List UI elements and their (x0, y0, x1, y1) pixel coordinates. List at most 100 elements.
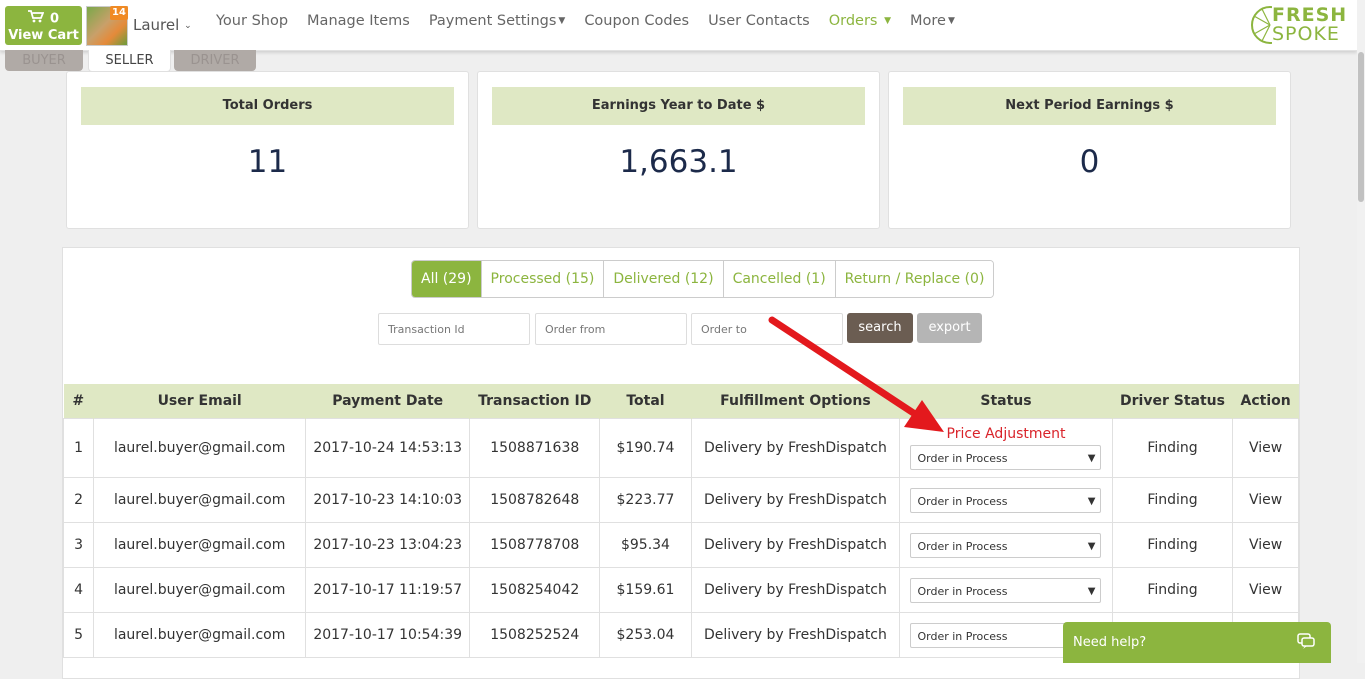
nav-label: Manage Items (307, 13, 410, 29)
order-status-select[interactable]: Order in Process ▼ (910, 445, 1102, 470)
user-menu[interactable]: Laurel ⌄ (133, 16, 192, 34)
fulfillment-option: Delivery by FreshDispatch (690, 612, 901, 658)
col-header-status: Status (899, 384, 1113, 419)
price-adjustment-link[interactable]: Price Adjustment (900, 426, 1112, 442)
role-tab-buyer[interactable]: BUYER (5, 50, 83, 71)
payment-date: 2017-10-23 14:10:03 (305, 477, 471, 523)
view-order-link[interactable]: View (1232, 567, 1299, 613)
col-header-total: Total (599, 384, 692, 419)
row-number: 3 (62, 522, 95, 568)
driver-status: Finding (1111, 477, 1234, 523)
scrollbar-thumb[interactable] (1358, 52, 1364, 202)
transaction-id: 1508252524 (469, 612, 601, 658)
view-order-link[interactable]: View (1232, 477, 1299, 523)
user-email: laurel.buyer@gmail.com (93, 418, 307, 478)
view-cart-button[interactable]: 0 View Cart (5, 6, 82, 45)
driver-status: Finding (1111, 522, 1234, 568)
orders-table: # User Email Payment Date Transaction ID… (62, 384, 1299, 658)
payment-date: 2017-10-24 14:53:13 (305, 418, 471, 478)
nav-orders[interactable]: Orders ▼ (829, 13, 891, 29)
dropdown-arrow-icon: ▼ (1087, 585, 1096, 597)
order-status-select[interactable]: Order in Process ▼ (910, 577, 1102, 603)
nav-label: Payment Settings (428, 13, 557, 29)
role-tab-driver[interactable]: DRIVER (174, 50, 256, 71)
col-header-transaction-id: Transaction ID (469, 384, 601, 419)
user-email: laurel.buyer@gmail.com (93, 612, 307, 658)
caret-down-icon: ▼ (558, 16, 566, 26)
avatar[interactable]: 14 (86, 6, 128, 46)
need-help-widget[interactable]: Need help? (1063, 622, 1331, 663)
nav-manage-items[interactable]: Manage Items (307, 13, 410, 29)
col-header-number: # (63, 384, 95, 419)
order-status-select[interactable]: Order in Process ▼ (910, 487, 1102, 513)
fulfillment-option: Delivery by FreshDispatch (690, 477, 901, 523)
orders-panel: All (29) Processed (15) Delivered (12) C… (62, 247, 1300, 679)
stat-card-next-period: Next Period Earnings $ 0 (888, 71, 1291, 229)
order-total: $95.34 (599, 522, 692, 568)
order-from-input[interactable]: Order from (535, 313, 687, 345)
nav-payment-settings[interactable]: Payment Settings ▼ (429, 13, 565, 29)
nav-your-shop[interactable]: Your Shop (216, 13, 288, 29)
nav-coupon-codes[interactable]: Coupon Codes (584, 13, 689, 29)
cart-icon (27, 10, 45, 28)
dropdown-arrow-icon: ▼ (1087, 495, 1096, 507)
chat-bubble-icon (1297, 633, 1315, 653)
tab-processed[interactable]: Processed (15) (481, 261, 605, 297)
order-total: $253.04 (599, 612, 692, 658)
status-value: Order in Process (917, 494, 1008, 508)
caret-down-icon: ▼ (884, 16, 891, 26)
view-order-link[interactable]: View (1232, 522, 1299, 568)
tab-cancelled[interactable]: Cancelled (1) (723, 261, 836, 297)
fulfillment-option: Delivery by FreshDispatch (690, 418, 901, 478)
payment-date: 2017-10-17 11:19:57 (305, 567, 471, 613)
status-cell: Price Adjustment Order in Process ▼ (899, 418, 1113, 478)
freshspoke-logo[interactable]: FRESH SPOKE (1250, 4, 1354, 46)
cart-count: 0 (49, 11, 60, 27)
stat-value: 1,663.1 (619, 144, 738, 180)
tab-return-replace[interactable]: Return / Replace (0) (835, 261, 994, 297)
main-nav: Your Shop Manage Items Payment Settings ▼… (216, 13, 974, 29)
caret-down-icon: ▼ (947, 16, 955, 26)
notification-badge: 14 (110, 6, 128, 20)
nav-user-contacts[interactable]: User Contacts (708, 13, 810, 29)
col-header-fulfillment: Fulfillment Options (691, 384, 901, 419)
stat-label: Total Orders (81, 87, 454, 125)
role-tab-seller[interactable]: SELLER (88, 50, 171, 72)
status-cell: Order in Process ▼ (899, 522, 1113, 568)
order-to-input[interactable]: Order to (691, 313, 843, 345)
fulfillment-option: Delivery by FreshDispatch (690, 522, 901, 568)
transaction-id-input[interactable]: Transaction Id (378, 313, 530, 345)
status-value: Order in Process (917, 452, 1008, 465)
table-header-row: # User Email Payment Date Transaction ID… (63, 384, 1299, 419)
table-row: 2 laurel.buyer@gmail.com 2017-10-23 14:1… (62, 477, 1299, 523)
order-total: $159.61 (599, 567, 692, 613)
export-button[interactable]: export (917, 313, 982, 343)
order-total: $223.77 (599, 477, 692, 523)
nav-label: More (910, 13, 946, 29)
need-help-label: Need help? (1073, 635, 1147, 650)
tab-delivered[interactable]: Delivered (12) (604, 261, 724, 297)
search-button[interactable]: search (847, 313, 913, 343)
tab-all[interactable]: All (29) (412, 261, 482, 297)
order-status-select[interactable]: Order in Process ▼ (910, 532, 1102, 558)
transaction-id: 1508871638 (469, 418, 601, 478)
col-header-driver-status: Driver Status (1112, 384, 1234, 419)
order-total: $190.74 (599, 418, 692, 478)
col-header-action: Action (1232, 384, 1299, 419)
table-row: 1 laurel.buyer@gmail.com 2017-10-24 14:5… (62, 418, 1299, 478)
chevron-down-icon: ⌄ (181, 20, 192, 31)
stat-value: 11 (247, 144, 288, 180)
page-scrollbar[interactable] (1357, 0, 1365, 663)
username-label: Laurel (133, 16, 180, 34)
table-row: 4 laurel.buyer@gmail.com 2017-10-17 11:1… (62, 567, 1299, 613)
order-filter-tabs: All (29) Processed (15) Delivered (12) C… (411, 260, 995, 298)
col-header-email: User Email (93, 384, 307, 419)
stat-label: Next Period Earnings $ (903, 87, 1276, 125)
status-value: Order in Process (917, 629, 1008, 643)
status-cell: Order in Process ▼ (899, 477, 1113, 523)
view-order-link[interactable]: View (1232, 418, 1299, 478)
row-number: 5 (62, 612, 95, 658)
nav-label: Your Shop (216, 13, 289, 29)
stat-value: 0 (1079, 144, 1100, 180)
nav-more[interactable]: More ▼ (910, 13, 955, 29)
